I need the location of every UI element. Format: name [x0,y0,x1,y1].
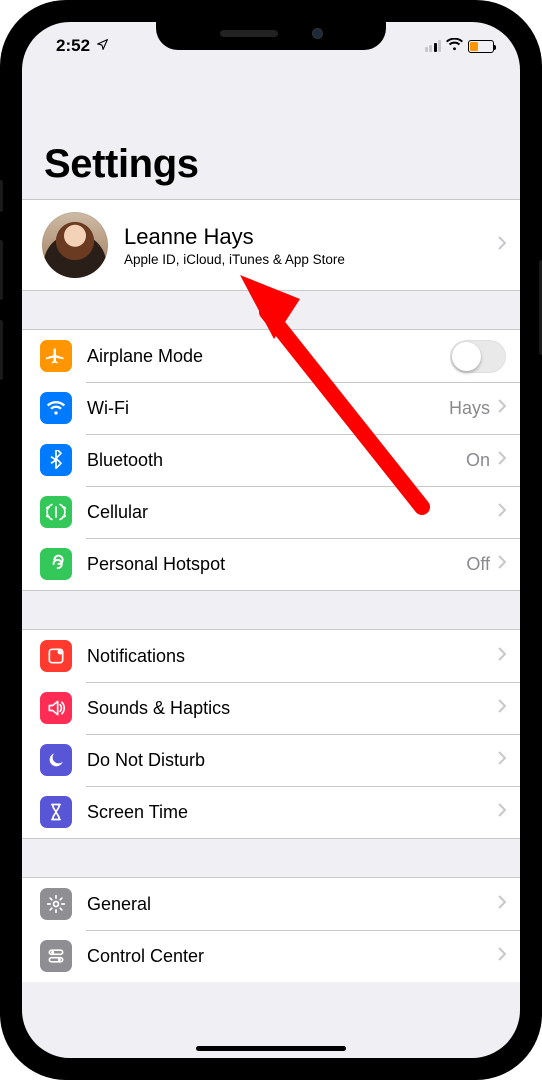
chevron-right-icon [498,399,506,418]
row-sounds-haptics[interactable]: Sounds & Haptics [22,682,520,734]
gear-icon [40,888,72,920]
status-left: 2:52 [56,36,109,56]
status-right [425,36,495,56]
location-icon [96,36,109,56]
bluetooth-icon [40,444,72,476]
moon-icon [40,744,72,776]
group-spacer [22,839,520,877]
notch [156,16,386,50]
row-label: Cellular [87,502,498,523]
battery-icon [468,40,494,53]
clock: 2:52 [56,36,90,56]
row-detail: Hays [449,398,490,419]
switches-icon [40,940,72,972]
chevron-right-icon [498,451,506,470]
row-airplane-mode[interactable]: Airplane Mode [22,330,520,382]
notifications-icon [40,640,72,672]
row-notifications[interactable]: Notifications [22,630,520,682]
front-camera [312,28,323,39]
row-label: Sounds & Haptics [87,698,498,719]
wifi-icon [446,36,463,56]
settings-scroll[interactable]: Settings Leanne Hays Apple ID, iCloud, i… [22,70,520,1058]
page-title: Settings [22,70,520,199]
battery-fill [470,42,478,51]
profile-name: Leanne Hays [124,224,482,250]
chevron-right-icon [498,803,506,822]
row-label: Do Not Disturb [87,750,498,771]
alerts-group: Notifications Sounds & Haptics [22,629,520,839]
row-label: Bluetooth [87,450,466,471]
row-general[interactable]: General [22,878,520,930]
connectivity-group: Airplane Mode Wi-Fi Hays [22,329,520,591]
row-label: Control Center [87,946,498,967]
group-spacer [22,591,520,629]
device-frame: 2:52 [0,0,542,1080]
chevron-right-icon [498,699,506,718]
volume-up-button [0,240,3,300]
chevron-right-icon [498,751,506,770]
speaker-icon [40,692,72,724]
row-bluetooth[interactable]: Bluetooth On [22,434,520,486]
home-indicator[interactable] [196,1046,346,1051]
chevron-right-icon [498,503,506,522]
chevron-right-icon [498,947,506,966]
profile-group: Leanne Hays Apple ID, iCloud, iTunes & A… [22,199,520,291]
cellular-signal-icon [425,40,442,52]
row-detail: Off [466,554,490,575]
row-label: Wi-Fi [87,398,449,419]
system-group: General Control Center [22,877,520,982]
row-detail: On [466,450,490,471]
row-label: Personal Hotspot [87,554,466,575]
group-spacer [22,291,520,329]
hourglass-icon [40,796,72,828]
toggle-knob [452,342,481,371]
profile-text: Leanne Hays Apple ID, iCloud, iTunes & A… [124,224,482,267]
speaker-grille [220,30,278,37]
airplane-icon [40,340,72,372]
row-control-center[interactable]: Control Center [22,930,520,982]
wifi-icon [40,392,72,424]
bezel: 2:52 [16,16,526,1064]
chevron-right-icon [498,647,506,666]
cellular-icon [40,496,72,528]
profile-subtitle: Apple ID, iCloud, iTunes & App Store [124,252,482,267]
row-screen-time[interactable]: Screen Time [22,786,520,838]
row-label: General [87,894,498,915]
apple-id-row[interactable]: Leanne Hays Apple ID, iCloud, iTunes & A… [22,200,520,290]
hotspot-icon [40,548,72,580]
mute-switch [0,180,3,212]
volume-down-button [0,320,3,380]
screen: 2:52 [22,22,520,1058]
chevron-right-icon [498,236,506,255]
row-do-not-disturb[interactable]: Do Not Disturb [22,734,520,786]
row-label: Screen Time [87,802,498,823]
row-personal-hotspot[interactable]: Personal Hotspot Off [22,538,520,590]
row-label: Airplane Mode [87,346,450,367]
avatar [42,212,108,278]
airplane-toggle[interactable] [450,340,506,373]
chevron-right-icon [498,895,506,914]
row-cellular[interactable]: Cellular [22,486,520,538]
chevron-right-icon [498,555,506,574]
row-wifi[interactable]: Wi-Fi Hays [22,382,520,434]
row-label: Notifications [87,646,498,667]
